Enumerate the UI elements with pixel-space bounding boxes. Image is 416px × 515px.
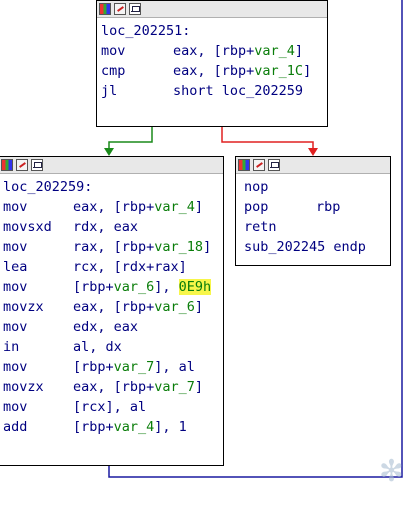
asm-line[interactable]: pop rbp: [244, 197, 386, 217]
operand: eax, [rbp+var_6]: [73, 299, 204, 315]
operand: [rbp+var_7], al: [73, 359, 195, 375]
top-block-code: loc_202251:mov eax, [rbp+var_4]cmp eax, [r…: [97, 18, 327, 105]
code-label: sub_202245 endp: [244, 239, 366, 255]
stack-variable[interactable]: var_4: [154, 199, 195, 215]
asm-line[interactable]: retn: [244, 217, 386, 237]
operand: [rcx], al: [73, 399, 147, 415]
operand: rbp: [316, 199, 341, 215]
node-colors-icon[interactable]: [238, 159, 250, 171]
mnemonic: cmp: [101, 63, 126, 79]
asm-line[interactable]: mov eax, [rbp+var_4]: [101, 41, 323, 61]
false-branch-edge: [221, 126, 314, 150]
asm-line[interactable]: nop: [244, 177, 386, 197]
mnemonic: mov: [3, 279, 28, 295]
mnemonic: add: [3, 419, 28, 435]
left-block[interactable]: loc_202259:mov eax, [rbp+var_4]movsxd rdx,…: [0, 156, 224, 466]
mnemonic: mov: [3, 199, 28, 215]
right-block-toolbar: [236, 157, 390, 174]
mnemonic: movzx: [3, 299, 44, 315]
mnemonic: movzx: [3, 379, 44, 395]
false-branch-arrowhead: [308, 148, 318, 156]
operand: eax, [rbp+var_7]: [73, 379, 204, 395]
mnemonic: in: [3, 339, 20, 355]
code-label: retn: [244, 219, 277, 235]
mnemonic: mov: [3, 359, 28, 375]
stack-variable[interactable]: var_1C: [254, 63, 303, 79]
stack-variable[interactable]: var_6: [114, 279, 155, 295]
asm-line[interactable]: mov rax, [rbp+var_18]: [3, 237, 219, 257]
right-block[interactable]: nop pop rbp retn sub_202245 endp: [235, 156, 391, 266]
mnemonic: mov: [3, 319, 28, 335]
true-branch-edge: [108, 126, 153, 150]
right-block-code: nop pop rbp retn sub_202245 endp: [236, 174, 390, 261]
mnemonic: jl: [101, 83, 118, 99]
asm-line[interactable]: sub_202245 endp: [244, 237, 386, 257]
stack-variable[interactable]: var_4: [114, 419, 155, 435]
operand: eax, [rbp+var_1C]: [173, 63, 312, 79]
graph-view-icon[interactable]: [31, 159, 43, 171]
mnemonic: lea: [3, 259, 28, 275]
asm-line[interactable]: in al, dx: [3, 337, 219, 357]
graph-view-icon[interactable]: [268, 159, 280, 171]
operand: rdx, eax: [73, 219, 139, 235]
left-block-code: loc_202259:mov eax, [rbp+var_4]movsxd rdx,…: [0, 174, 223, 441]
operand: al, dx: [73, 339, 122, 355]
mnemonic: pop: [244, 199, 269, 215]
mnemonic: mov: [3, 239, 28, 255]
asm-line[interactable]: lea rcx, [rdx+rax]: [3, 257, 219, 277]
asm-line[interactable]: movsxd rdx, eax: [3, 217, 219, 237]
operand: short loc_202259: [173, 83, 304, 99]
operand: rax, [rbp+var_18]: [73, 239, 212, 255]
rename-icon[interactable]: [16, 159, 28, 171]
node-colors-icon[interactable]: [99, 3, 111, 15]
operand: [rbp+var_6], 0E9h: [73, 279, 212, 295]
asm-line[interactable]: cmp eax, [rbp+var_1C]: [101, 61, 323, 81]
asm-line[interactable]: loc_202259:: [3, 177, 219, 197]
mnemonic: mov: [101, 43, 126, 59]
stack-variable[interactable]: var_6: [154, 299, 195, 315]
stack-variable[interactable]: var_7: [114, 359, 155, 375]
graph-view-icon[interactable]: [129, 3, 141, 15]
top-block[interactable]: loc_202251:mov eax, [rbp+var_4]cmp eax, [r…: [96, 0, 328, 127]
operand: [rbp+var_4], 1: [73, 419, 187, 435]
asm-line[interactable]: movzx eax, [rbp+var_7]: [3, 377, 219, 397]
operand: rcx, [rdx+rax]: [73, 259, 187, 275]
code-label: loc_202259:: [3, 179, 93, 195]
asm-line[interactable]: mov [rbp+var_7], al: [3, 357, 219, 377]
immediate-value[interactable]: 0E9h: [178, 279, 212, 295]
operand: eax, [rbp+var_4]: [73, 199, 204, 215]
stack-variable[interactable]: var_7: [154, 379, 195, 395]
top-block-toolbar: [97, 1, 327, 18]
true-branch-arrowhead: [104, 148, 114, 156]
asm-line[interactable]: loc_202251:: [101, 21, 323, 41]
mnemonic: movsxd: [3, 219, 52, 235]
left-block-toolbar: [0, 157, 223, 174]
operand: eax, [rbp+var_4]: [173, 43, 304, 59]
rename-icon[interactable]: [253, 159, 265, 171]
asm-line[interactable]: mov [rbp+var_6], 0E9h: [3, 277, 219, 297]
asm-line[interactable]: jl short loc_202259: [101, 81, 323, 101]
node-colors-icon[interactable]: [1, 159, 13, 171]
code-label: loc_202251:: [101, 23, 191, 39]
stack-variable[interactable]: var_18: [154, 239, 203, 255]
code-label: nop: [244, 179, 269, 195]
asm-line[interactable]: movzx eax, [rbp+var_6]: [3, 297, 219, 317]
asm-line[interactable]: add [rbp+var_4], 1: [3, 417, 219, 437]
stack-variable[interactable]: var_4: [254, 43, 295, 59]
operand: edx, eax: [73, 319, 139, 335]
mnemonic: mov: [3, 399, 28, 415]
asm-line[interactable]: mov eax, [rbp+var_4]: [3, 197, 219, 217]
rename-icon[interactable]: [114, 3, 126, 15]
asm-line[interactable]: mov edx, eax: [3, 317, 219, 337]
asm-line[interactable]: mov [rcx], al: [3, 397, 219, 417]
